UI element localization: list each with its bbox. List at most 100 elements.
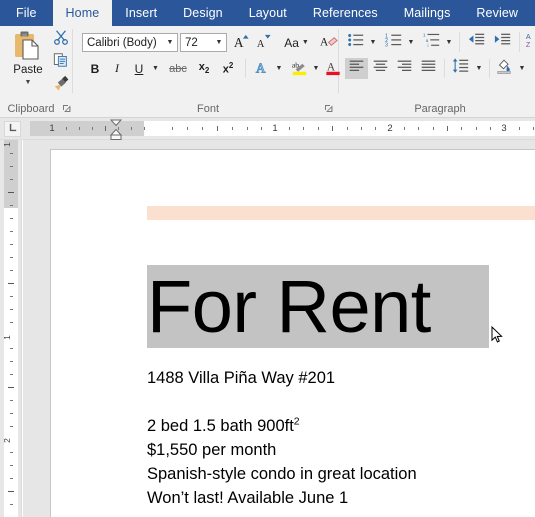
tab-home-label: Home	[65, 6, 100, 20]
tab-stop-selector[interactable]	[4, 121, 21, 137]
specs-superscript: 2	[293, 415, 300, 428]
shading-button[interactable]	[492, 58, 515, 79]
clear-formatting-button[interactable]: A	[318, 32, 339, 53]
numbering-button[interactable]: 1 2 3	[383, 32, 405, 53]
document-title-text: For Rent	[147, 265, 489, 348]
multilevel-list-button[interactable]: 1 a i	[421, 32, 443, 53]
tab-home[interactable]: Home	[52, 0, 113, 26]
increase-indent-icon	[494, 31, 512, 54]
strikethrough-button[interactable]: abc	[165, 58, 191, 79]
tab-file[interactable]: File	[0, 0, 53, 26]
clear-formatting-icon: A	[319, 32, 338, 54]
bullets-button[interactable]	[345, 32, 367, 53]
tab-insert[interactable]: Insert	[112, 0, 170, 26]
tab-review[interactable]: Review	[463, 0, 531, 26]
ruler-top-margin	[4, 140, 18, 208]
cut-button[interactable]	[50, 28, 72, 50]
highlight-dropdown[interactable]: ▼	[310, 58, 322, 79]
font-row-divider	[245, 59, 246, 78]
justify-button[interactable]	[417, 58, 440, 79]
clipboard-dialog-launcher[interactable]	[62, 104, 71, 113]
numbering-icon: 1 2 3	[385, 31, 403, 54]
text-effects-icon: A	[253, 58, 272, 80]
bullets-dropdown[interactable]: ▼	[367, 32, 379, 53]
tab-mailings[interactable]: Mailings	[391, 0, 464, 26]
multilevel-dropdown[interactable]: ▼	[443, 32, 455, 53]
word-window: File Home Insert Design Layout Reference…	[0, 0, 535, 517]
svg-text:A: A	[255, 60, 265, 75]
ruler-number-3: 3	[501, 123, 507, 134]
description-line[interactable]: Spanish-style condo in great location	[147, 462, 535, 486]
text-highlight-color-button[interactable]: ab	[288, 58, 310, 79]
bold-icon: B	[90, 61, 100, 76]
borders-button[interactable]	[531, 58, 535, 79]
paste-button[interactable]: Paste ▼	[6, 28, 50, 96]
group-label-font: Font	[196, 103, 219, 115]
copy-button[interactable]	[50, 51, 72, 73]
vertical-ruler[interactable]: 1 1 2	[0, 140, 22, 517]
horizontal-ruler[interactable]: 1 1 2 3	[0, 118, 535, 140]
tab-design[interactable]: Design	[170, 0, 236, 26]
numbering-dropdown[interactable]: ▼	[405, 32, 417, 53]
italic-button[interactable]: I	[107, 58, 127, 79]
line-spacing-dropdown[interactable]: ▼	[473, 58, 485, 79]
sort-button[interactable]: A Z	[523, 32, 535, 53]
grow-font-button[interactable]: A	[231, 32, 252, 53]
underline-button[interactable]: U	[129, 58, 149, 79]
change-case-icon: Aa	[284, 35, 299, 50]
text-highlight-color-icon: ab	[290, 58, 309, 80]
font-size-chevron-down-icon[interactable]: ▼	[212, 39, 226, 46]
indent-markers[interactable]	[109, 118, 123, 140]
subscript-button[interactable]: x2	[193, 58, 215, 79]
ribbon: Paste ▼ Calibri (Body) ▼ 72 ▼ A A Aa ▼ A…	[0, 26, 535, 118]
document-title[interactable]: For Rent	[147, 247, 535, 366]
ruler-number-2: 2	[387, 123, 393, 134]
document-content[interactable]: For Rent 1488 Villa Piña Way #201 2 bed …	[147, 206, 535, 510]
text-effects-button[interactable]: A	[251, 58, 273, 79]
svg-text:3: 3	[385, 42, 388, 48]
tab-design-label: Design	[183, 6, 223, 20]
ribbon-group-labels: Clipboard Font Paragraph	[0, 98, 535, 117]
vertical-ruler-track[interactable]: 1 1 2	[2, 140, 18, 517]
accent-band	[147, 206, 535, 220]
underline-dropdown-button[interactable]: ▼	[149, 58, 162, 79]
bold-button[interactable]: B	[85, 58, 105, 79]
ruler-number-1: 1	[272, 123, 278, 134]
address-line[interactable]: 1488 Villa Piña Way #201	[147, 366, 535, 390]
text-effects-dropdown[interactable]: ▼	[273, 58, 285, 79]
price-line[interactable]: $1,550 per month	[147, 438, 535, 462]
svg-text:A: A	[320, 36, 329, 48]
change-case-chevron-down-icon[interactable]: ▼	[302, 39, 309, 46]
increase-indent-button[interactable]	[491, 32, 515, 53]
specs-line[interactable]: 2 bed 1.5 bath 900ft2	[147, 414, 535, 438]
decrease-indent-button[interactable]	[465, 32, 489, 53]
font-name-chevron-down-icon[interactable]: ▼	[163, 39, 177, 46]
tab-layout[interactable]: Layout	[236, 0, 300, 26]
horizontal-ruler-track[interactable]: 1 1 2 3	[30, 121, 535, 136]
line-spacing-icon	[452, 57, 470, 80]
format-painter-button[interactable]	[50, 74, 72, 96]
shrink-font-button[interactable]: A	[253, 32, 274, 53]
tab-references[interactable]: References	[300, 0, 391, 26]
availability-line[interactable]: Won’t last! Available June 1	[147, 486, 535, 510]
paste-dropdown-caret-icon[interactable]: ▼	[25, 79, 32, 86]
superscript-button[interactable]: x2	[217, 58, 239, 79]
document-canvas[interactable]: For Rent 1488 Villa Piña Way #201 2 bed …	[23, 140, 535, 517]
group-clipboard: Paste ▼	[0, 26, 72, 99]
align-left-icon	[348, 58, 365, 80]
line-spacing-button[interactable]	[449, 58, 473, 79]
grow-font-icon: A	[232, 32, 251, 54]
shading-icon	[495, 57, 513, 80]
align-center-button[interactable]	[369, 58, 392, 79]
document-page[interactable]: For Rent 1488 Villa Piña Way #201 2 bed …	[50, 149, 535, 517]
font-dialog-launcher[interactable]	[324, 104, 333, 113]
tab-mailings-label: Mailings	[403, 6, 451, 20]
shading-dropdown[interactable]: ▼	[516, 58, 528, 79]
svg-text:1: 1	[423, 32, 426, 37]
align-left-button[interactable]	[345, 58, 368, 79]
align-right-button[interactable]	[393, 58, 416, 79]
change-case-button[interactable]: Aa ▼	[280, 32, 313, 53]
font-name-combo[interactable]: Calibri (Body) ▼	[82, 33, 178, 52]
font-size-combo[interactable]: 72 ▼	[180, 33, 227, 52]
